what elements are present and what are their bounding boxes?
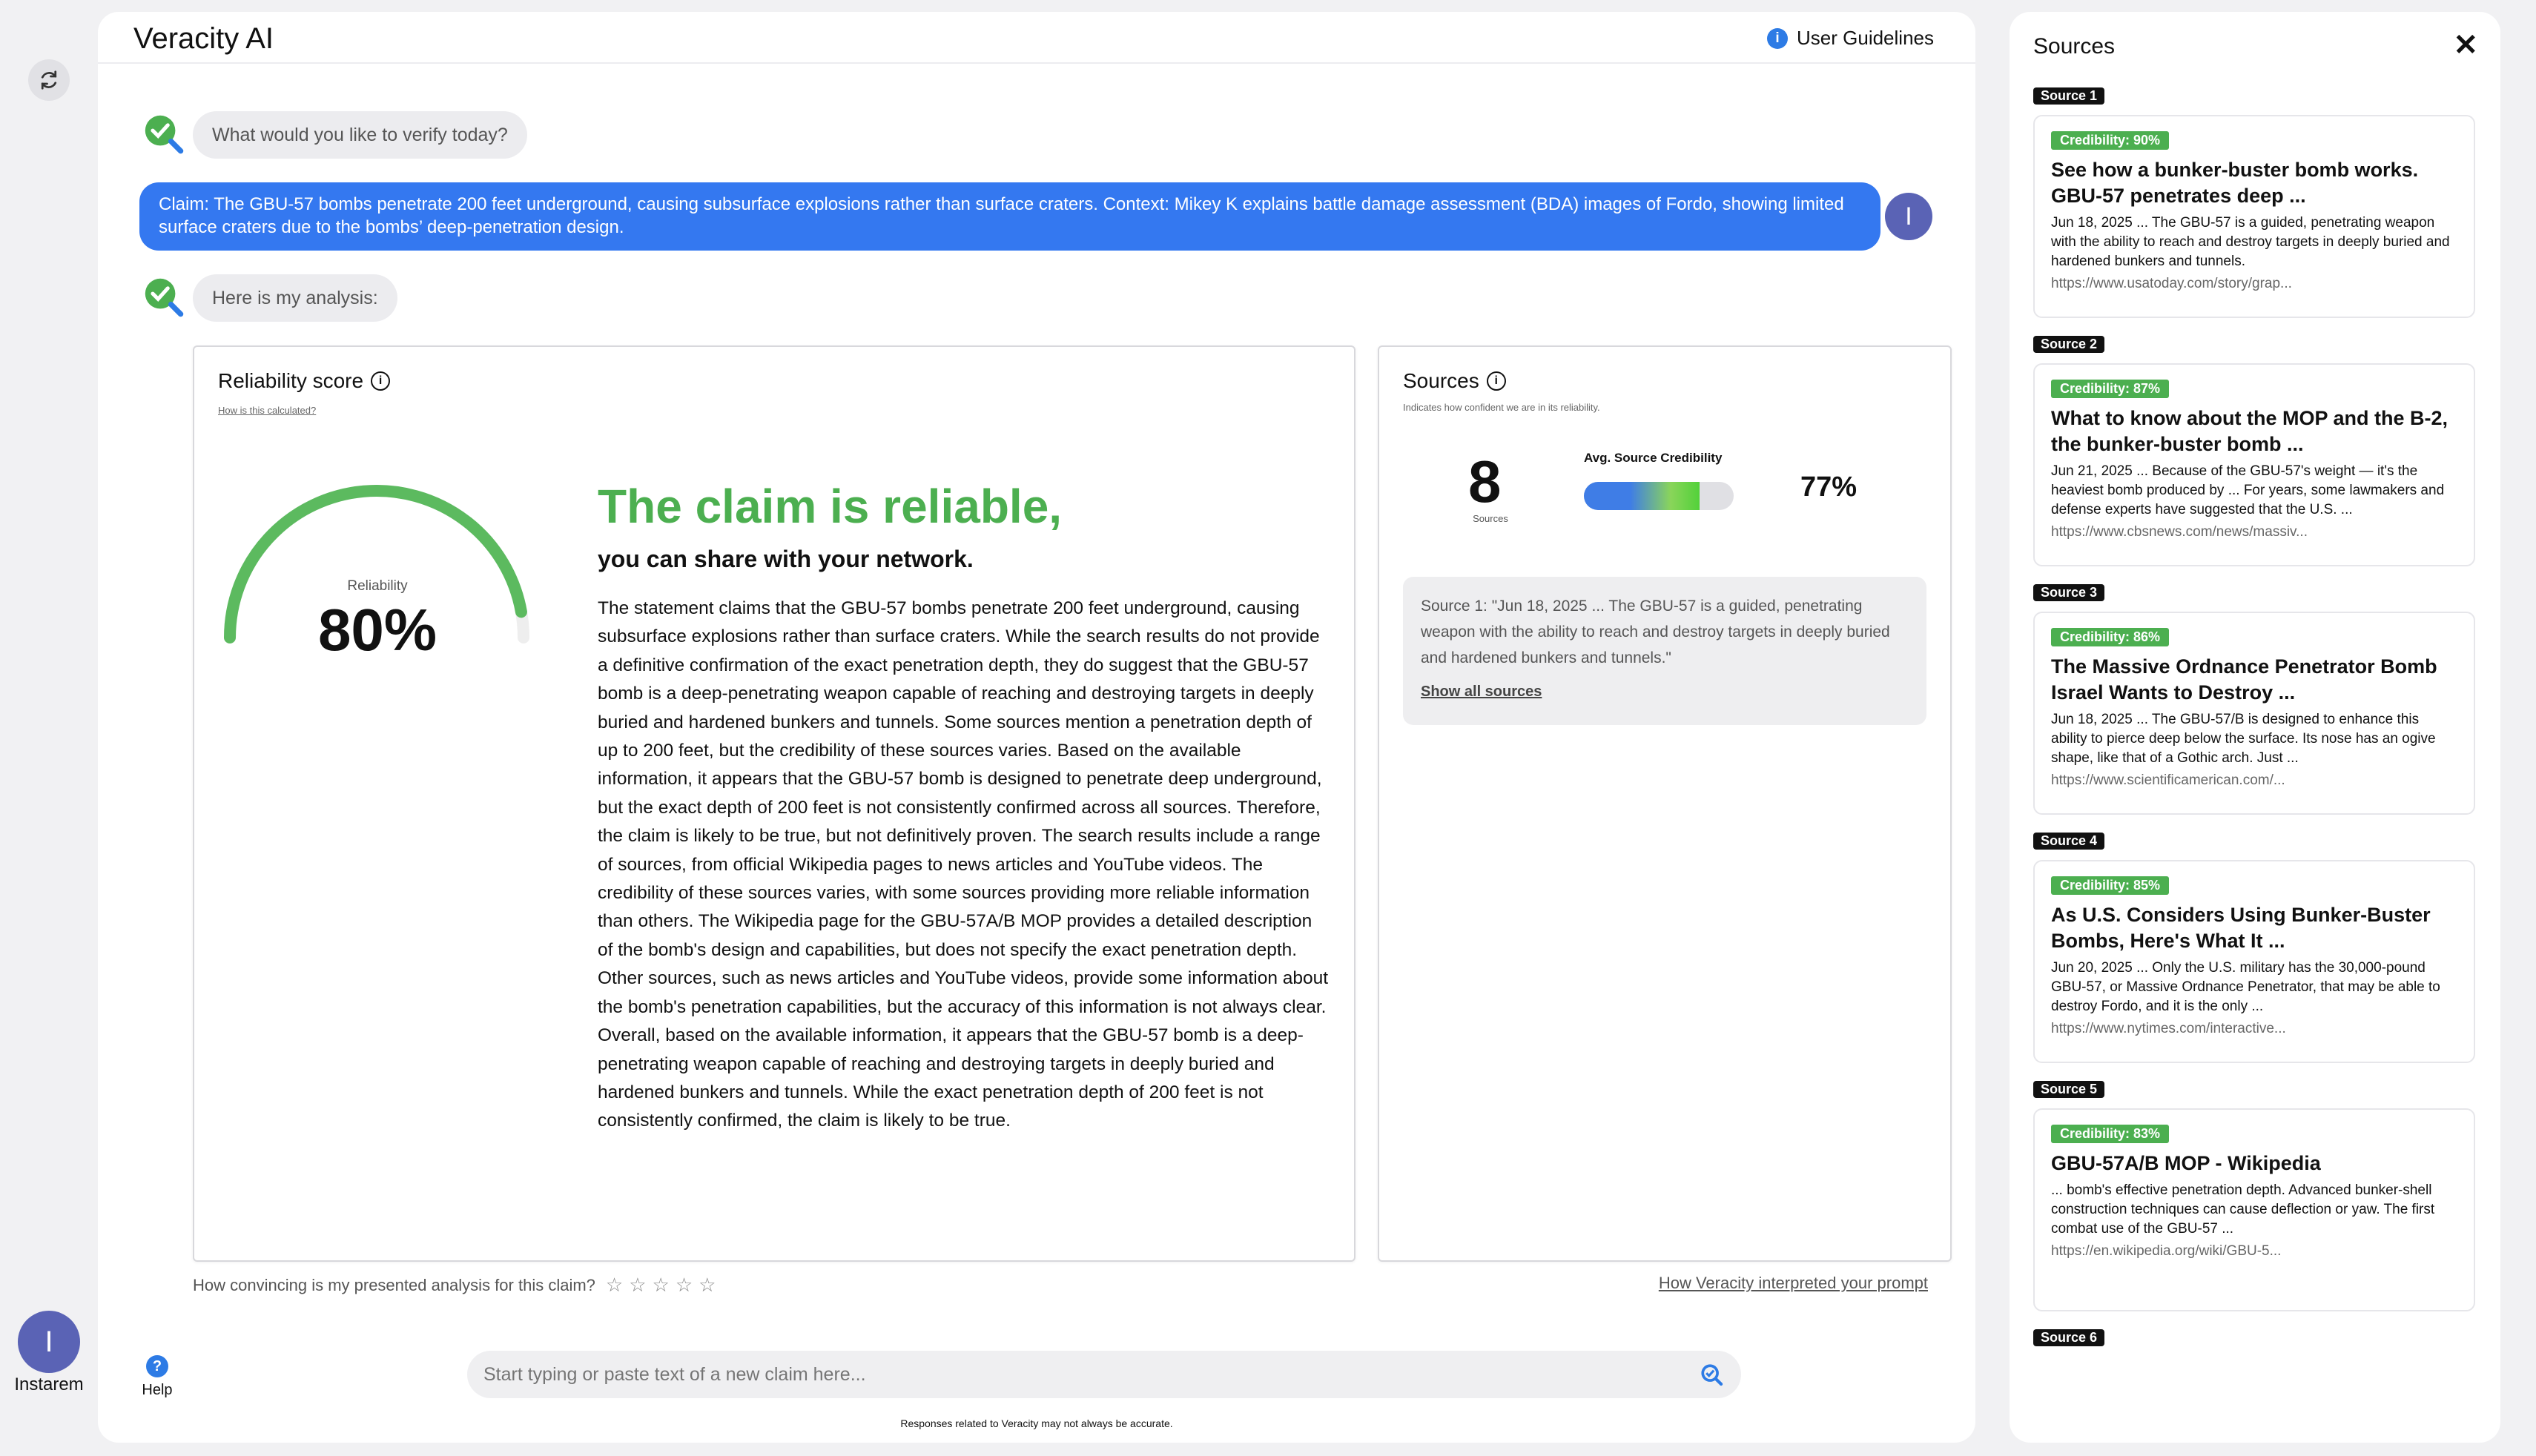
bot-prompt-bubble: What would you like to verify today? [193, 111, 527, 159]
source-item: Source 6 [2033, 1329, 2475, 1357]
source-title[interactable]: GBU-57A/B MOP - Wikipedia [2051, 1151, 2457, 1177]
source-tag: Source 4 [2033, 833, 2105, 850]
source-snippet: Source 1: "Jun 18, 2025 ... The GBU-57 i… [1421, 598, 1890, 666]
source-snippet: Jun 18, 2025 ... The GBU-57/B is designe… [2051, 712, 2436, 766]
info-icon: i [1767, 27, 1789, 49]
sidebar-title: Sources [2033, 34, 2116, 59]
source-item: Source 1 Credibility: 90% See how a bunk… [2033, 87, 2475, 318]
source-url[interactable]: https://www.scientificamerican.com/... [2051, 772, 2457, 789]
user-guidelines-link[interactable]: i User Guidelines [1767, 27, 1934, 50]
main-panel: Veracity AI i User Guidelines What would… [98, 12, 1975, 1443]
source-card[interactable]: Credibility: 85% As U.S. Considers Using… [2033, 860, 2475, 1063]
source-tag: Source 2 [2033, 336, 2105, 353]
credibility-badge: Credibility: 86% [2051, 628, 2170, 646]
source-item: Source 2 Credibility: 87% What to know a… [2033, 336, 2475, 566]
search-verify-icon[interactable] [1700, 1363, 1725, 1388]
source-item: Source 4 Credibility: 85% As U.S. Consid… [2033, 833, 2475, 1063]
source-count-label: Sources [1473, 513, 1508, 524]
veracity-bot-icon [145, 115, 184, 154]
feedback-row: How convincing is my presented analysis … [193, 1274, 721, 1297]
close-icon[interactable]: ✕ [2453, 28, 2478, 62]
help-label: Help [142, 1382, 173, 1398]
claim-input-bar [467, 1351, 1741, 1398]
reliability-score: 80% [317, 597, 437, 663]
disclaimer: Responses related to Veracity may not al… [900, 1417, 1173, 1429]
avg-credibility-value: 77% [1800, 471, 1858, 503]
source-tag: Source 5 [2033, 1081, 2105, 1098]
source-title[interactable]: The Massive Ordnance Penetrator Bomb Isr… [2051, 654, 2457, 706]
avg-credibility-label: Avg. Source Credibility [1584, 451, 1723, 465]
source-item: Source 3 Credibility: 86% The Massive Or… [2033, 584, 2475, 815]
source-url[interactable]: https://en.wikipedia.org/wiki/GBU-5... [2051, 1243, 2457, 1260]
app-title: Veracity AI [133, 22, 274, 55]
source-title[interactable]: As U.S. Considers Using Bunker-Buster Bo… [2051, 902, 2457, 954]
source-item: Source 5 Credibility: 83% GBU-57A/B MOP … [2033, 1081, 2475, 1311]
header-divider [98, 62, 1975, 64]
claim-input[interactable] [482, 1351, 1668, 1398]
analysis-text: The statement claims that the GBU-57 bom… [598, 598, 1329, 1131]
reliability-title: Reliability score [218, 369, 364, 392]
left-rail: I Instarem [0, 0, 98, 1456]
chat-user-avatar: I [1885, 193, 1932, 240]
source-title[interactable]: See how a bunker-buster bomb works. GBU-… [2051, 157, 2457, 209]
sources-title-row: Sources i [1403, 369, 1506, 393]
verdict-headline: The claim is reliable, [598, 480, 1063, 533]
interpretation-link[interactable]: How Veracity interpreted your prompt [1659, 1274, 1928, 1293]
bot-analysis-intro: Here is my analysis: [193, 274, 397, 322]
source-title[interactable]: What to know about the MOP and the B-2, … [2051, 406, 2457, 457]
sources-note: Indicates how confident we are in its re… [1403, 402, 1600, 413]
source-url[interactable]: https://www.usatoday.com/story/grap... [2051, 276, 2457, 292]
user-avatar[interactable]: I [18, 1311, 80, 1373]
source-snippet-box: Source 1: "Jun 18, 2025 ... The GBU-57 i… [1403, 577, 1926, 725]
help-button[interactable]: ? Help [131, 1355, 184, 1399]
credibility-badge: Credibility: 85% [2051, 876, 2170, 895]
source-url[interactable]: https://www.nytimes.com/interactive... [2051, 1021, 2457, 1037]
source-card[interactable]: Credibility: 87% What to know about the … [2033, 363, 2475, 566]
show-all-sources-link[interactable]: Show all sources [1421, 679, 1542, 705]
source-count: 8 [1468, 449, 1502, 514]
new-chat-refresh-button[interactable] [28, 59, 70, 101]
sources-summary-card: Sources i Indicates how confident we are… [1378, 345, 1952, 1262]
source-card[interactable]: Credibility: 83% GBU-57A/B MOP - Wikiped… [2033, 1108, 2475, 1311]
user-claim-bubble: Claim: The GBU-57 bombs penetrate 200 fe… [139, 182, 1880, 251]
reliability-card: Reliability score i How is this calculat… [193, 345, 1355, 1262]
sources-sidebar: Sources ✕ Source 1 Credibility: 90% See … [2010, 12, 2500, 1443]
source-card[interactable]: Credibility: 90% See how a bunker-buster… [2033, 115, 2475, 318]
credibility-badge: Credibility: 90% [2051, 131, 2170, 150]
source-list: Source 1 Credibility: 90% See how a bunk… [2033, 87, 2475, 1374]
star-rating[interactable]: ☆☆☆☆☆ [606, 1274, 722, 1297]
source-snippet: ... bomb's effective penetration depth. … [2051, 1182, 2435, 1237]
credibility-badge: Credibility: 87% [2051, 380, 2170, 398]
source-card[interactable]: Credibility: 86% The Massive Ordnance Pe… [2033, 612, 2475, 815]
help-icon: ? [146, 1355, 168, 1377]
sources-card-title: Sources [1403, 369, 1479, 392]
feedback-question: How convincing is my presented analysis … [193, 1275, 595, 1294]
avg-credibility-bar [1584, 482, 1734, 510]
source-url[interactable]: https://www.cbsnews.com/news/massiv... [2051, 524, 2457, 540]
source-tag: Source 3 [2033, 584, 2105, 601]
veracity-bot-icon [145, 278, 184, 317]
source-snippet: Jun 20, 2025 ... Only the U.S. military … [2051, 960, 2440, 1014]
how-calculated-link[interactable]: How is this calculated? [218, 405, 316, 416]
info-icon[interactable]: i [1486, 371, 1506, 391]
info-icon[interactable]: i [371, 371, 391, 391]
source-snippet: Jun 21, 2025 ... Because of the GBU-57's… [2051, 463, 2445, 517]
user-guidelines-label: User Guidelines [1797, 27, 1934, 49]
user-name: Instarem [14, 1374, 84, 1394]
source-tag: Source 1 [2033, 87, 2105, 105]
source-tag: Source 6 [2033, 1329, 2105, 1346]
gauge-label: Reliability [347, 578, 408, 594]
verdict-subheadline: you can share with your network. [598, 546, 974, 572]
credibility-badge: Credibility: 83% [2051, 1125, 2170, 1143]
avg-credibility-fill [1584, 482, 1700, 510]
reliability-title-row: Reliability score i [218, 369, 391, 393]
source-snippet: Jun 18, 2025 ... The GBU-57 is a guided,… [2051, 215, 2450, 269]
refresh-icon [41, 70, 57, 90]
